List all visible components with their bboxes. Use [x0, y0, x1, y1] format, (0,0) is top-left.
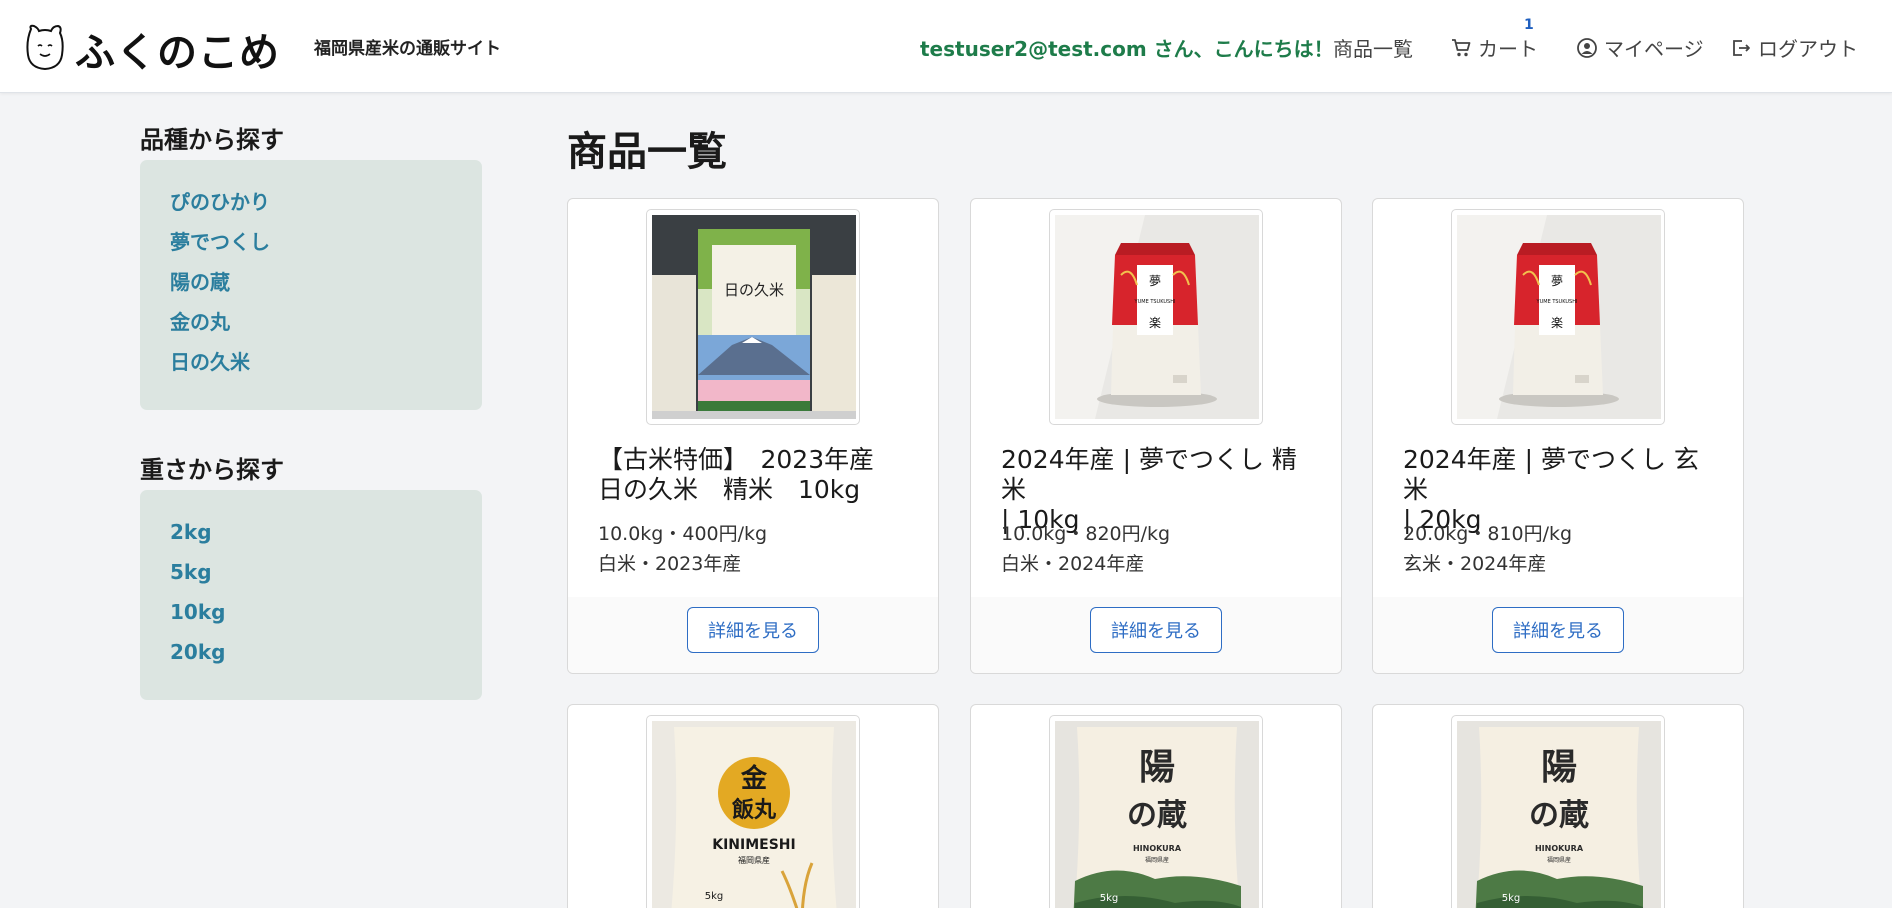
bag-label: 夢 — [1149, 274, 1161, 288]
nav-cart-label: カート — [1478, 37, 1538, 61]
bag-label: 福岡県産 — [1547, 856, 1571, 864]
bag-label: 夢 — [1551, 274, 1563, 288]
product-card-footer: 詳細を見る — [1373, 597, 1743, 673]
user-greeting: testuser2@test.com さん、こんにちは！ — [920, 37, 1334, 61]
nav-logout-label: ログアウト — [1758, 37, 1858, 61]
product-spec: 10.0kg・400円/kg — [598, 523, 768, 545]
hinokura-bag-image: 陽 の蔵 HINOKURA 福岡県産 5kg — [1055, 721, 1259, 908]
bag-label: の蔵 — [1529, 798, 1589, 833]
product-image-frame[interactable]: 夢 楽 YUME TSUKUSHI — [1451, 209, 1665, 425]
product-title-line: 2024年産 | 夢でつくし 玄米 — [1403, 445, 1699, 504]
bag-label: 陽 — [1541, 746, 1577, 788]
site-header: ふくのこめ 福岡県産米の通販サイト testuser2@test.com さん、… — [0, 0, 1892, 93]
product-title[interactable]: 【古米特価】 2023年産 日の久米 精米 10kg — [598, 445, 918, 505]
rice-mascot-icon — [26, 24, 64, 71]
nav-cart-link[interactable]: カート — [1450, 33, 1538, 62]
variety-filter-box: ぴのひかり 夢でつくし 陽の蔵 金の丸 日の久米 — [140, 160, 482, 410]
bag-label: YUME TSUKUSHI — [1536, 299, 1578, 305]
page-title: 商品一覧 — [567, 129, 727, 175]
yumedetsukushi-bag-image: 夢 楽 YUME TSUKUSHI — [1055, 215, 1259, 419]
product-image-frame[interactable]: 陽 の蔵 HINOKURA 福岡県産 5kg — [1049, 715, 1263, 908]
cart-icon — [1452, 38, 1471, 56]
weight-filter-heading: 重さから探す — [140, 456, 284, 484]
product-title-line: 【古米特価】 2023年産 — [598, 445, 875, 474]
weight-link[interactable]: 10kg — [170, 598, 482, 638]
product-card-footer: 詳細を見る — [971, 597, 1341, 673]
site-tagline: 福岡県産米の通販サイト — [314, 39, 501, 59]
product-title-line: 2024年産 | 夢でつくし 精米 — [1001, 445, 1297, 504]
nav-logout-link[interactable]: ログアウト — [1730, 33, 1858, 62]
bag-label: 陽 — [1139, 746, 1175, 788]
variety-filter-heading: 品種から探す — [140, 126, 284, 154]
product-card-footer: 詳細を見る — [568, 597, 938, 673]
bag-label: の蔵 — [1127, 798, 1187, 833]
product-image-frame[interactable]: 陽 の蔵 HINOKURA 福岡県産 5kg — [1451, 715, 1665, 908]
product-spec: 20.0kg・810円/kg — [1403, 523, 1573, 545]
variety-link[interactable]: 陽の蔵 — [170, 268, 482, 308]
product-card: 夢 楽 YUME TSUKUSHI 2024年産 | 夢でつくし 精米 | 10… — [970, 198, 1342, 674]
kinnomaru-bag-image: 金 飯丸 KINIMESHI 福岡県産 5kg — [652, 721, 856, 908]
bag-label: 飯丸 — [731, 797, 777, 823]
view-details-button[interactable]: 詳細を見る — [687, 607, 819, 653]
product-type: 玄米・2024年産 — [1403, 553, 1547, 575]
bag-label: YUME TSUKUSHI — [1134, 299, 1176, 305]
nav-mypage-label: マイページ — [1604, 37, 1704, 61]
nav-products-label: 商品一覧 — [1333, 37, 1413, 61]
hinokura-bag-image: 陽 の蔵 HINOKURA 福岡県産 5kg — [1457, 721, 1661, 908]
weight-filter-box: 2kg 5kg 10kg 20kg — [140, 490, 482, 700]
product-image-frame[interactable]: 金 飯丸 KINIMESHI 福岡県産 5kg — [646, 715, 860, 908]
product-image-frame[interactable]: 日の久米 — [646, 209, 860, 425]
bag-label: 5kg — [705, 891, 724, 902]
bag-label: 楽 — [1551, 316, 1563, 330]
bag-label: 福岡県産 — [1145, 856, 1169, 864]
nav-products-link[interactable]: 商品一覧 — [1333, 33, 1413, 62]
site-logo[interactable]: ふくのこめ — [25, 22, 279, 76]
view-details-button[interactable]: 詳細を見る — [1090, 607, 1222, 653]
bag-label: KINIMESHI — [712, 837, 796, 853]
logout-icon — [1733, 39, 1750, 56]
weight-link[interactable]: 20kg — [170, 638, 482, 678]
product-image-frame[interactable]: 夢 楽 YUME TSUKUSHI — [1049, 209, 1263, 425]
bag-label: 日の久米 — [724, 281, 784, 299]
product-type: 白米・2023年産 — [598, 553, 742, 575]
variety-link[interactable]: 金の丸 — [170, 308, 482, 348]
bag-label: HINOKURA — [1535, 844, 1584, 853]
bag-label: 5kg — [1502, 893, 1521, 904]
variety-link[interactable]: ぴのひかり — [170, 188, 482, 228]
product-card: 金 飯丸 KINIMESHI 福岡県産 5kg — [567, 704, 939, 908]
view-details-button[interactable]: 詳細を見る — [1492, 607, 1624, 653]
product-card: 日の久米 【古米特価】 2023年産 日の久米 精米 10kg 10.0kg・4… — [567, 198, 939, 674]
logo-text[interactable]: ふくのこめ — [75, 20, 280, 78]
bag-label: 楽 — [1149, 316, 1161, 330]
product-type: 白米・2024年産 — [1001, 553, 1145, 575]
hinokume-bag-image: 日の久米 — [652, 215, 856, 419]
product-title-line: 日の久米 精米 10kg — [598, 475, 861, 504]
variety-link[interactable]: 夢でつくし — [170, 228, 482, 268]
nav-mypage-link[interactable]: マイページ — [1576, 33, 1704, 62]
product-card: 陽 の蔵 HINOKURA 福岡県産 5kg — [1372, 704, 1744, 908]
product-card: 夢 楽 YUME TSUKUSHI 2024年産 | 夢でつくし 玄米 | 20… — [1372, 198, 1744, 674]
bag-label: HINOKURA — [1133, 844, 1182, 853]
bag-label: 金 — [740, 763, 768, 794]
product-spec: 10.0kg・820円/kg — [1001, 523, 1171, 545]
user-circle-icon — [1577, 37, 1597, 58]
weight-link[interactable]: 2kg — [170, 518, 482, 558]
bag-label: 5kg — [1100, 893, 1119, 904]
cart-count-badge: 1 — [1524, 17, 1534, 33]
product-card: 陽 の蔵 HINOKURA 福岡県産 5kg — [970, 704, 1342, 908]
weight-link[interactable]: 5kg — [170, 558, 482, 598]
bag-label: 福岡県産 — [738, 855, 770, 865]
variety-link[interactable]: 日の久米 — [170, 348, 482, 388]
yumedetsukushi-bag-image: 夢 楽 YUME TSUKUSHI — [1457, 215, 1661, 419]
